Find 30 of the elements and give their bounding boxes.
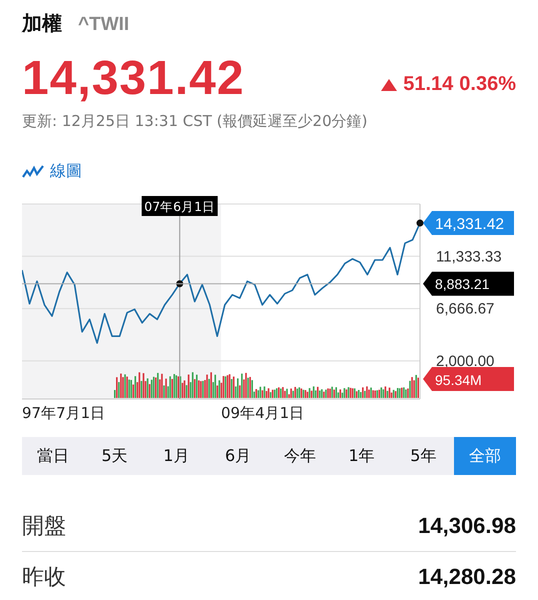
crosshair-callout: 8,883.21 bbox=[423, 272, 514, 296]
index-name: 加權 bbox=[22, 10, 62, 37]
last-price-marker bbox=[416, 220, 424, 227]
axis-label: 6,666.67 bbox=[436, 300, 494, 318]
axis-label: 11,333.33 bbox=[436, 248, 502, 266]
date-label: 09年4月1日 bbox=[221, 404, 304, 423]
date-tooltip: 07年6月1日 bbox=[142, 196, 218, 216]
axis-label: 2,000.00 bbox=[436, 352, 494, 370]
price-change: 51.14 bbox=[403, 73, 454, 96]
volume-callout: 95.34M bbox=[423, 367, 514, 391]
line-chart-icon bbox=[22, 164, 44, 178]
period-tab[interactable]: 6月 bbox=[207, 437, 269, 475]
price-callout: 14,331.42 bbox=[423, 211, 514, 236]
update-time: 更新: 12月25日 13:31 CST (報價延遲至少20分鐘) bbox=[22, 112, 368, 131]
period-tab[interactable]: 1年 bbox=[330, 437, 392, 475]
period-tab[interactable]: 5年 bbox=[392, 437, 454, 475]
period-tab[interactable]: 1月 bbox=[146, 437, 208, 475]
stat-value: 14,306.98 bbox=[418, 513, 516, 539]
period-tab[interactable]: 當日 bbox=[22, 437, 84, 475]
period-tab[interactable]: 今年 bbox=[269, 437, 331, 475]
period-tab[interactable]: 全部 bbox=[454, 437, 516, 475]
index-symbol: ^TWII bbox=[78, 14, 130, 36]
stat-label: 開盤 bbox=[22, 513, 66, 541]
percent-change: 0.36% bbox=[459, 73, 516, 96]
current-price: 14,331.42 bbox=[22, 51, 245, 106]
period-tab[interactable]: 5天 bbox=[84, 437, 146, 475]
date-label: 97年7月1日 bbox=[22, 404, 106, 423]
stat-label: 昨收 bbox=[22, 564, 66, 592]
chart-type-link[interactable]: 線圖 bbox=[50, 161, 82, 182]
stat-value: 14,280.28 bbox=[418, 564, 516, 590]
